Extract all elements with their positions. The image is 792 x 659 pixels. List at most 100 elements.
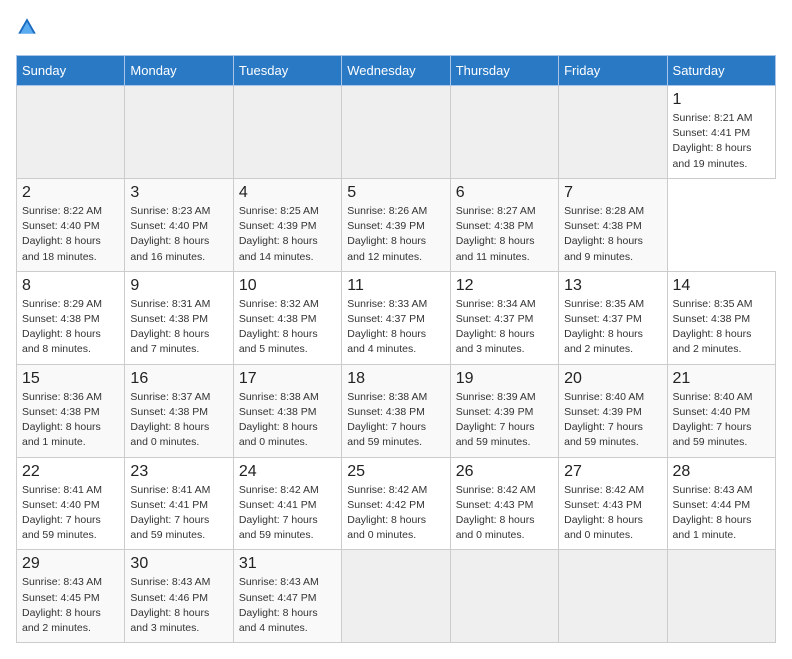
day-cell: 27 Sunrise: 8:42 AMSunset: 4:43 PMDayligh… [559, 457, 667, 550]
day-info: Sunrise: 8:35 AMSunset: 4:38 PMDaylight:… [673, 297, 770, 358]
day-info: Sunrise: 8:27 AMSunset: 4:38 PMDaylight:… [456, 204, 553, 265]
day-number: 27 [564, 463, 661, 481]
day-number: 25 [347, 463, 444, 481]
day-cell: 31Sunrise: 8:43 AMSunset: 4:47 PMDayligh… [233, 550, 341, 643]
day-info: Sunrise: 8:37 AMSunset: 4:38 PMDaylight:… [130, 390, 227, 451]
page-header [16, 16, 776, 43]
empty-cell [559, 86, 667, 179]
day-info: Sunrise: 8:40 AMSunset: 4:40 PMDaylight:… [673, 390, 770, 451]
week-row: 29Sunrise: 8:43 AMSunset: 4:45 PMDayligh… [17, 550, 776, 643]
day-cell: 12 Sunrise: 8:34 AMSunset: 4:37 PMDayligh… [450, 271, 558, 364]
col-header-sunday: Sunday [17, 56, 125, 86]
empty-cell [125, 86, 233, 179]
col-header-monday: Monday [125, 56, 233, 86]
empty-cell [559, 550, 667, 643]
day-number: 6 [456, 184, 553, 202]
day-cell: 23Sunrise: 8:41 AMSunset: 4:41 PMDayligh… [125, 457, 233, 550]
day-cell: 21 Sunrise: 8:40 AMSunset: 4:40 PMDayligh… [667, 364, 775, 457]
day-info: Sunrise: 8:32 AMSunset: 4:38 PMDaylight:… [239, 297, 336, 358]
empty-cell [17, 86, 125, 179]
day-cell: 9 Sunrise: 8:31 AMSunset: 4:38 PMDaylight… [125, 271, 233, 364]
day-cell: 30 Sunrise: 8:43 AMSunset: 4:46 PMDayligh… [125, 550, 233, 643]
day-number: 11 [347, 277, 444, 295]
day-number: 13 [564, 277, 661, 295]
day-info: Sunrise: 8:41 AMSunset: 4:40 PMDaylight:… [22, 483, 119, 544]
day-info: Sunrise: 8:29 AMSunset: 4:38 PMDaylight:… [22, 297, 119, 358]
empty-cell [342, 550, 450, 643]
day-number: 19 [456, 370, 553, 388]
day-info: Sunrise: 8:22 AMSunset: 4:40 PMDaylight:… [22, 204, 119, 265]
day-cell: 24Sunrise: 8:42 AMSunset: 4:41 PMDayligh… [233, 457, 341, 550]
day-number: 21 [673, 370, 770, 388]
day-info: Sunrise: 8:33 AMSunset: 4:37 PMDaylight:… [347, 297, 444, 358]
day-cell: 8 Sunrise: 8:29 AMSunset: 4:38 PMDaylight… [17, 271, 125, 364]
day-number: 23 [130, 463, 227, 481]
day-cell: 3Sunrise: 8:23 AMSunset: 4:40 PMDaylight… [125, 178, 233, 271]
day-cell: 15 Sunrise: 8:36 AMSunset: 4:38 PMDayligh… [17, 364, 125, 457]
day-info: Sunrise: 8:43 AMSunset: 4:44 PMDaylight:… [673, 483, 770, 544]
day-info: Sunrise: 8:21 AMSunset: 4:41 PMDaylight:… [673, 111, 770, 172]
day-info: Sunrise: 8:28 AMSunset: 4:38 PMDaylight:… [564, 204, 661, 265]
empty-cell [342, 86, 450, 179]
day-info: Sunrise: 8:42 AMSunset: 4:43 PMDaylight:… [564, 483, 661, 544]
empty-cell [450, 550, 558, 643]
day-number: 31 [239, 555, 336, 573]
day-info: Sunrise: 8:25 AMSunset: 4:39 PMDaylight:… [239, 204, 336, 265]
day-info: Sunrise: 8:34 AMSunset: 4:37 PMDaylight:… [456, 297, 553, 358]
day-info: Sunrise: 8:42 AMSunset: 4:43 PMDaylight:… [456, 483, 553, 544]
calendar-table: SundayMondayTuesdayWednesdayThursdayFrid… [16, 55, 776, 643]
day-cell: 1 Sunrise: 8:21 AMSunset: 4:41 PMDaylight… [667, 86, 775, 179]
day-cell: 17Sunrise: 8:38 AMSunset: 4:38 PMDayligh… [233, 364, 341, 457]
day-number: 3 [130, 184, 227, 202]
day-info: Sunrise: 8:36 AMSunset: 4:38 PMDaylight:… [22, 390, 119, 451]
header-row: SundayMondayTuesdayWednesdayThursdayFrid… [17, 56, 776, 86]
day-cell: 25Sunrise: 8:42 AMSunset: 4:42 PMDayligh… [342, 457, 450, 550]
day-info: Sunrise: 8:42 AMSunset: 4:41 PMDaylight:… [239, 483, 336, 544]
week-row: 15 Sunrise: 8:36 AMSunset: 4:38 PMDayligh… [17, 364, 776, 457]
day-cell: 11 Sunrise: 8:33 AMSunset: 4:37 PMDayligh… [342, 271, 450, 364]
week-row: 1 Sunrise: 8:21 AMSunset: 4:41 PMDaylight… [17, 86, 776, 179]
empty-cell [450, 86, 558, 179]
day-info: Sunrise: 8:43 AMSunset: 4:46 PMDaylight:… [130, 575, 227, 636]
empty-cell [667, 550, 775, 643]
day-number: 5 [347, 184, 444, 202]
day-number: 26 [456, 463, 553, 481]
day-number: 30 [130, 555, 227, 573]
day-cell: 14 Sunrise: 8:35 AMSunset: 4:38 PMDayligh… [667, 271, 775, 364]
day-number: 12 [456, 277, 553, 295]
day-cell: 16 Sunrise: 8:37 AMSunset: 4:38 PMDayligh… [125, 364, 233, 457]
day-cell: 26 Sunrise: 8:42 AMSunset: 4:43 PMDayligh… [450, 457, 558, 550]
day-info: Sunrise: 8:38 AMSunset: 4:38 PMDaylight:… [347, 390, 444, 451]
day-info: Sunrise: 8:43 AMSunset: 4:45 PMDaylight:… [22, 575, 119, 636]
day-cell: 6 Sunrise: 8:27 AMSunset: 4:38 PMDaylight… [450, 178, 558, 271]
day-cell: 10 Sunrise: 8:32 AMSunset: 4:38 PMDayligh… [233, 271, 341, 364]
day-cell: 5Sunrise: 8:26 AMSunset: 4:39 PMDaylight… [342, 178, 450, 271]
day-number: 8 [22, 277, 119, 295]
day-number: 14 [673, 277, 770, 295]
day-number: 9 [130, 277, 227, 295]
day-number: 15 [22, 370, 119, 388]
week-row: 2 Sunrise: 8:22 AMSunset: 4:40 PMDaylight… [17, 178, 776, 271]
day-cell: 13 Sunrise: 8:35 AMSunset: 4:37 PMDayligh… [559, 271, 667, 364]
day-info: Sunrise: 8:38 AMSunset: 4:38 PMDaylight:… [239, 390, 336, 451]
day-info: Sunrise: 8:39 AMSunset: 4:39 PMDaylight:… [456, 390, 553, 451]
day-number: 18 [347, 370, 444, 388]
logo-icon [16, 16, 38, 38]
day-cell: 7Sunrise: 8:28 AMSunset: 4:38 PMDaylight… [559, 178, 667, 271]
day-number: 10 [239, 277, 336, 295]
day-info: Sunrise: 8:35 AMSunset: 4:37 PMDaylight:… [564, 297, 661, 358]
day-cell: 22Sunrise: 8:41 AMSunset: 4:40 PMDayligh… [17, 457, 125, 550]
col-header-saturday: Saturday [667, 56, 775, 86]
empty-cell [233, 86, 341, 179]
day-number: 1 [673, 91, 770, 109]
day-number: 16 [130, 370, 227, 388]
day-cell: 20Sunrise: 8:40 AMSunset: 4:39 PMDayligh… [559, 364, 667, 457]
col-header-tuesday: Tuesday [233, 56, 341, 86]
day-info: Sunrise: 8:31 AMSunset: 4:38 PMDaylight:… [130, 297, 227, 358]
day-cell: 18 Sunrise: 8:38 AMSunset: 4:38 PMDayligh… [342, 364, 450, 457]
day-cell: 19 Sunrise: 8:39 AMSunset: 4:39 PMDayligh… [450, 364, 558, 457]
day-cell: 4Sunrise: 8:25 AMSunset: 4:39 PMDaylight… [233, 178, 341, 271]
day-number: 2 [22, 184, 119, 202]
week-row: 22Sunrise: 8:41 AMSunset: 4:40 PMDayligh… [17, 457, 776, 550]
day-info: Sunrise: 8:40 AMSunset: 4:39 PMDaylight:… [564, 390, 661, 451]
